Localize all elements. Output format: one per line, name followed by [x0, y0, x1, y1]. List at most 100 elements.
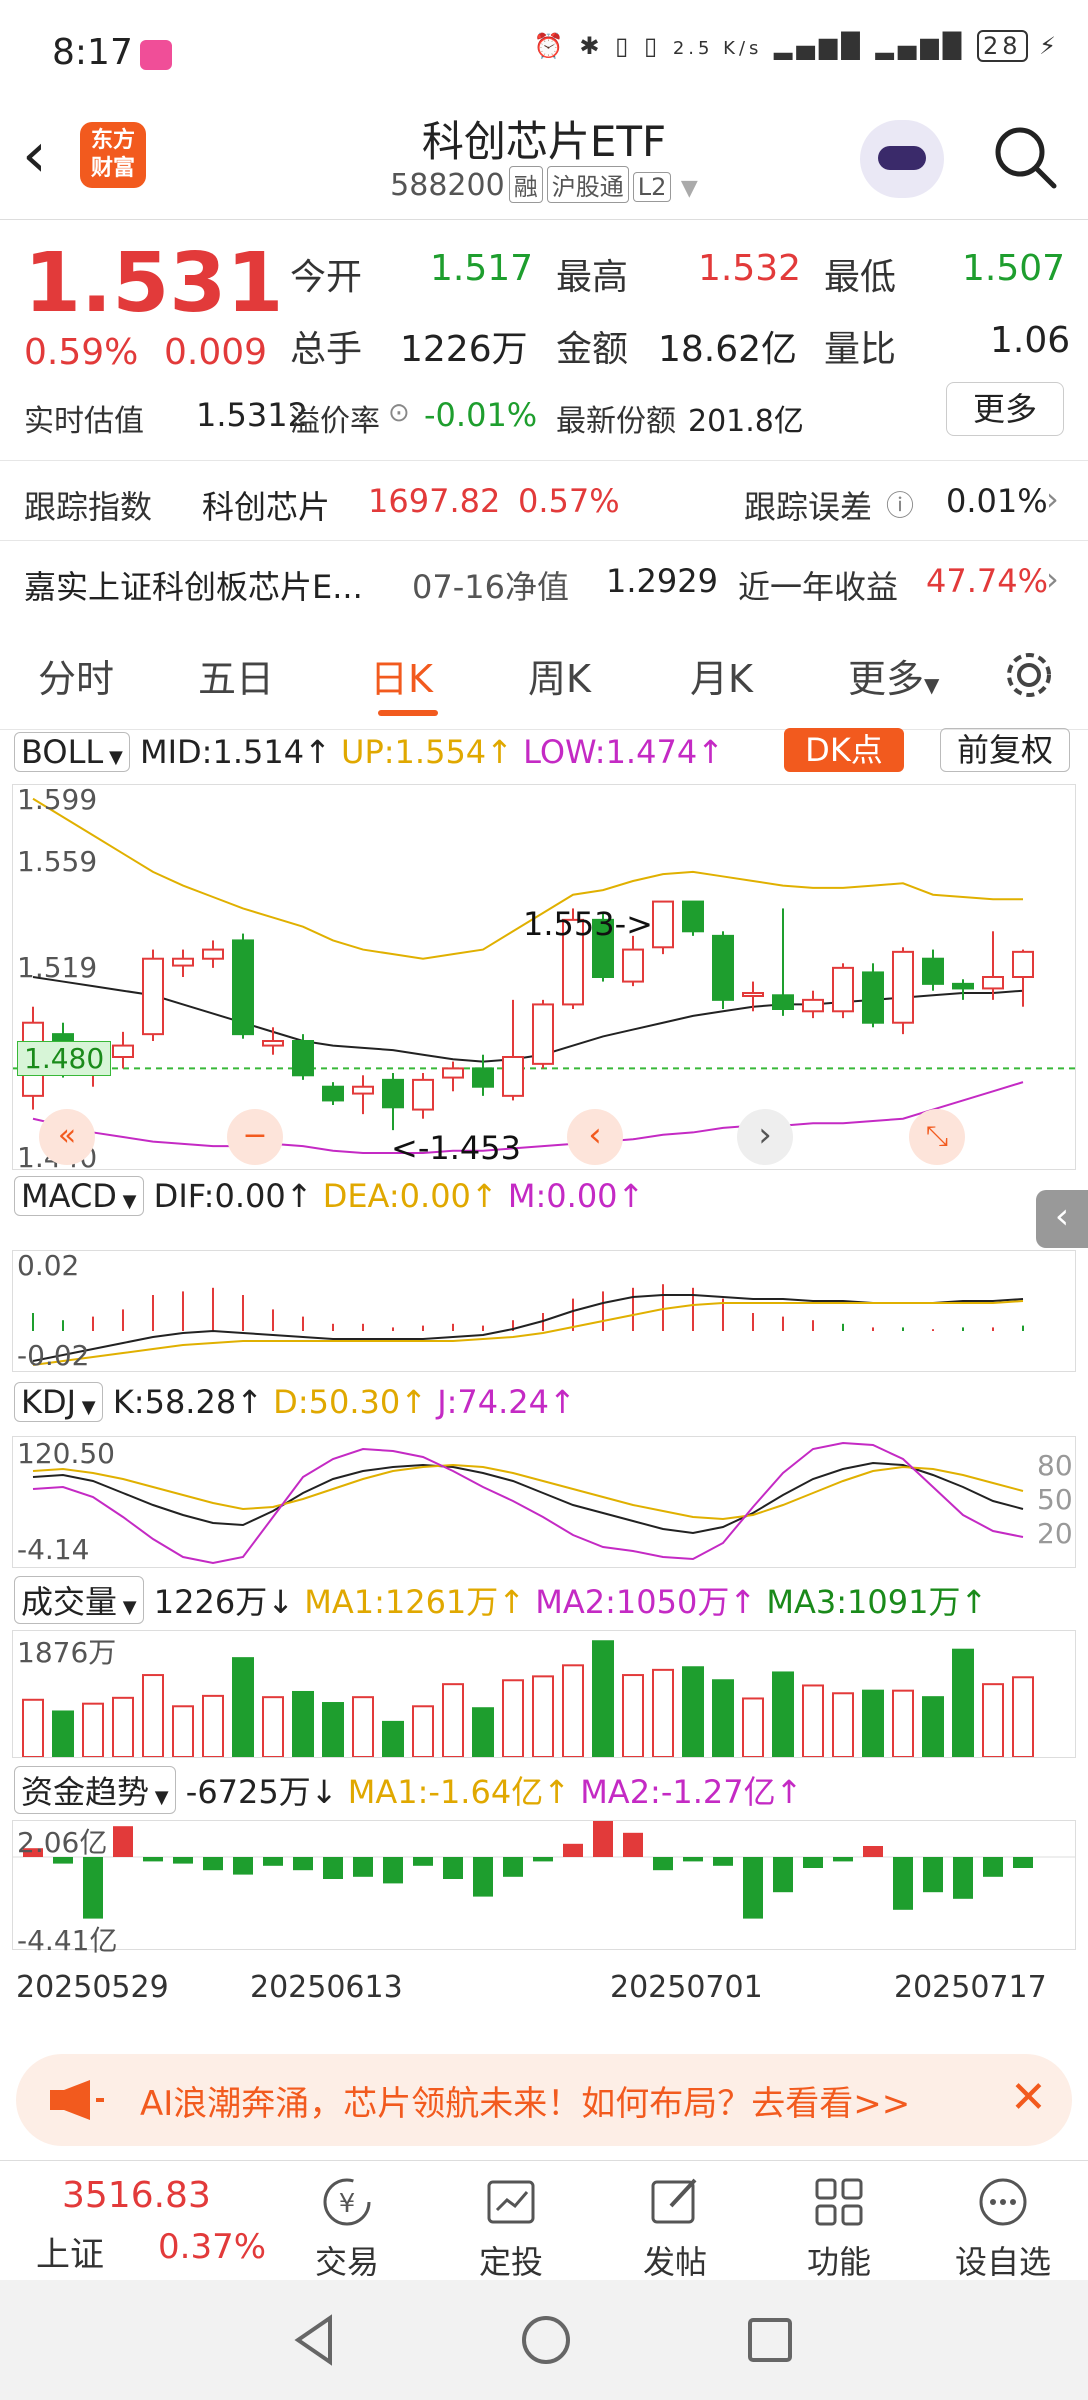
invest-plan-button[interactable]: 定投 — [456, 2171, 566, 2283]
fund-flow-bar — [173, 1857, 193, 1864]
amount-value: 18.62亿 — [658, 329, 798, 370]
tab-weekly-k[interactable]: 周K — [528, 648, 591, 703]
info-dots-icon[interactable]: ⊙ — [388, 398, 410, 428]
boll-indicator-select[interactable]: BOLL ▼ — [14, 732, 130, 772]
candle-body — [772, 994, 794, 1011]
volume-bar — [832, 1692, 854, 1758]
candle-body — [712, 934, 734, 1001]
collapse-panel-icon[interactable]: ‹ — [1036, 1190, 1088, 1248]
boll-panel[interactable]: 1.599 1.559 1.519 1.440 1.480 1.553-> <-… — [12, 783, 1076, 1174]
fund-flow-bar — [923, 1857, 943, 1893]
volume-bar — [622, 1674, 644, 1758]
fund-flow-ma1: MA1:-1.64亿↑ — [347, 1773, 571, 1811]
candle-body — [442, 1067, 464, 1079]
fund-flow-panel[interactable]: 2.06亿 -4.41亿 — [12, 1813, 1076, 1957]
macd-indicator-select[interactable]: MACD ▼ — [14, 1176, 144, 1216]
ai-assistant-robot-icon[interactable] — [860, 120, 944, 198]
volume-name: 成交量 — [21, 1583, 118, 1621]
post-button[interactable]: 发帖 — [620, 2171, 730, 2283]
volume-bar — [772, 1671, 794, 1759]
grid-apps-icon — [784, 2171, 894, 2233]
fund-flow-indicator-select[interactable]: 资金趋势 ▼ — [14, 1766, 176, 1814]
net-speed: 2.5 K/s — [672, 38, 763, 59]
dk-point-button[interactable]: DK点 — [784, 728, 904, 772]
candle-body — [682, 900, 704, 933]
add-watchlist-button[interactable]: 设自选 — [948, 2171, 1058, 2283]
active-tab-indicator — [378, 710, 438, 716]
kdj-d-line — [32, 1463, 1024, 1521]
volume-bar — [862, 1689, 884, 1759]
macd-dif-line — [32, 1294, 1024, 1362]
boll-name: BOLL — [21, 733, 104, 771]
change-percent: 0.59% — [24, 332, 139, 373]
volume-bar — [562, 1664, 584, 1759]
settings-gear-icon[interactable] — [1002, 648, 1056, 702]
candle-body — [742, 992, 764, 997]
volume-value: 1226万 — [400, 329, 528, 370]
candle-body — [112, 1044, 134, 1059]
boll-up: UP:1.554↑ — [341, 733, 513, 771]
date-label-3: 20250701 — [610, 1970, 763, 2005]
nav-back-icon[interactable] — [290, 2312, 340, 2368]
price-line-label: 1.480 — [17, 1041, 112, 1076]
volume-bar — [682, 1666, 704, 1758]
ratio-value: 1.06 — [990, 320, 1071, 361]
volume-indicator-select[interactable]: 成交量 ▼ — [14, 1576, 144, 1624]
fund-flow-bar — [653, 1857, 673, 1871]
high-label: 最高 — [556, 257, 629, 298]
trade-button[interactable]: ¥ 交易 — [292, 2171, 402, 2283]
tracking-error-value[interactable]: 0.01% — [946, 482, 1048, 520]
nav-recents-icon[interactable] — [744, 2314, 796, 2366]
scroll-right-icon[interactable]: › — [737, 1109, 793, 1165]
help-question-icon[interactable]: ⓘ — [886, 484, 914, 524]
tab-intraday[interactable]: 分时 — [38, 648, 114, 703]
tab-daily-k[interactable]: 日K — [370, 648, 433, 703]
fund-flow-bar — [623, 1832, 643, 1857]
tab-more[interactable]: 更多▼ — [848, 648, 939, 703]
price-adjust-button[interactable]: 前复权 — [940, 728, 1070, 772]
candle-body — [472, 1067, 494, 1088]
trade-label: 交易 — [314, 2243, 379, 2281]
security-code: 588200 — [390, 168, 505, 203]
functions-button[interactable]: 功能 — [784, 2171, 894, 2283]
dropdown-triangle-icon[interactable]: ▼ — [681, 176, 698, 201]
volume-bar — [232, 1657, 254, 1759]
volume-panel[interactable]: 1876万 — [12, 1630, 1076, 1759]
search-icon[interactable] — [990, 122, 1060, 192]
tag-level2[interactable]: L2 — [632, 172, 672, 202]
volume-bar — [802, 1684, 824, 1758]
kdj-indicator-select[interactable]: KDJ ▼ — [14, 1382, 103, 1422]
fund-flow-value: -6725万↓ — [185, 1773, 338, 1811]
candle-body — [382, 1078, 404, 1109]
last-price: 1.531 — [24, 236, 284, 331]
fullscreen-expand-icon[interactable]: ⤡ — [909, 1109, 965, 1165]
kdj-panel[interactable]: 120.50 -4.14 80 50 20 — [12, 1436, 1076, 1568]
volume-ma2: MA2:1050万↑ — [535, 1583, 757, 1621]
zoom-out-icon[interactable]: − — [227, 1109, 283, 1165]
tab-more-label: 更多 — [848, 657, 925, 701]
more-quote-button[interactable]: 更多 — [946, 382, 1064, 436]
tracking-index-name[interactable]: 科创芯片 — [202, 482, 330, 528]
close-icon[interactable]: ✕ — [1010, 2072, 1047, 2123]
kdj-d: D:50.30↑ — [273, 1383, 428, 1421]
tab-monthly-k[interactable]: 月K — [690, 648, 753, 703]
candle-body — [622, 948, 644, 983]
banner-text[interactable]: AI浪潮奔涌，芯片领航未来！如何布局？去看看>> — [140, 2076, 910, 2125]
scroll-left-fast-icon[interactable]: « — [39, 1109, 95, 1165]
promo-banner[interactable]: AI浪潮奔涌，芯片领航未来！如何布局？去看看>> ✕ — [16, 2054, 1072, 2146]
nav-home-icon[interactable] — [518, 2312, 574, 2368]
bottom-toolbar: 3516.83 上证 0.37% ¥ 交易 定投 发帖 功能 设自选 — [0, 2160, 1088, 2283]
macd-panel[interactable]: 0.02 -0.02 — [12, 1249, 1076, 1372]
low-value: 1.507 — [962, 248, 1066, 289]
kdj-legend: KDJ ▼ K:58.28↑ D:50.30↑ J:74.24↑ — [14, 1382, 576, 1422]
tag-margin: 融 — [508, 166, 543, 203]
fund-flow-canvas — [13, 1813, 1075, 1919]
fund-flow-y-top: 2.06亿 — [17, 1826, 108, 1859]
tab-five-day[interactable]: 五日 — [198, 648, 274, 703]
scroll-left-icon[interactable]: ‹ — [567, 1109, 623, 1165]
fund-flow-bar — [773, 1857, 793, 1893]
fund-flow-bar — [713, 1857, 733, 1866]
chevron-right-icon[interactable]: › — [1046, 480, 1059, 518]
chevron-right-icon[interactable]: › — [1046, 560, 1059, 598]
fund-name[interactable]: 嘉实上证科创板芯片E... — [24, 562, 363, 608]
